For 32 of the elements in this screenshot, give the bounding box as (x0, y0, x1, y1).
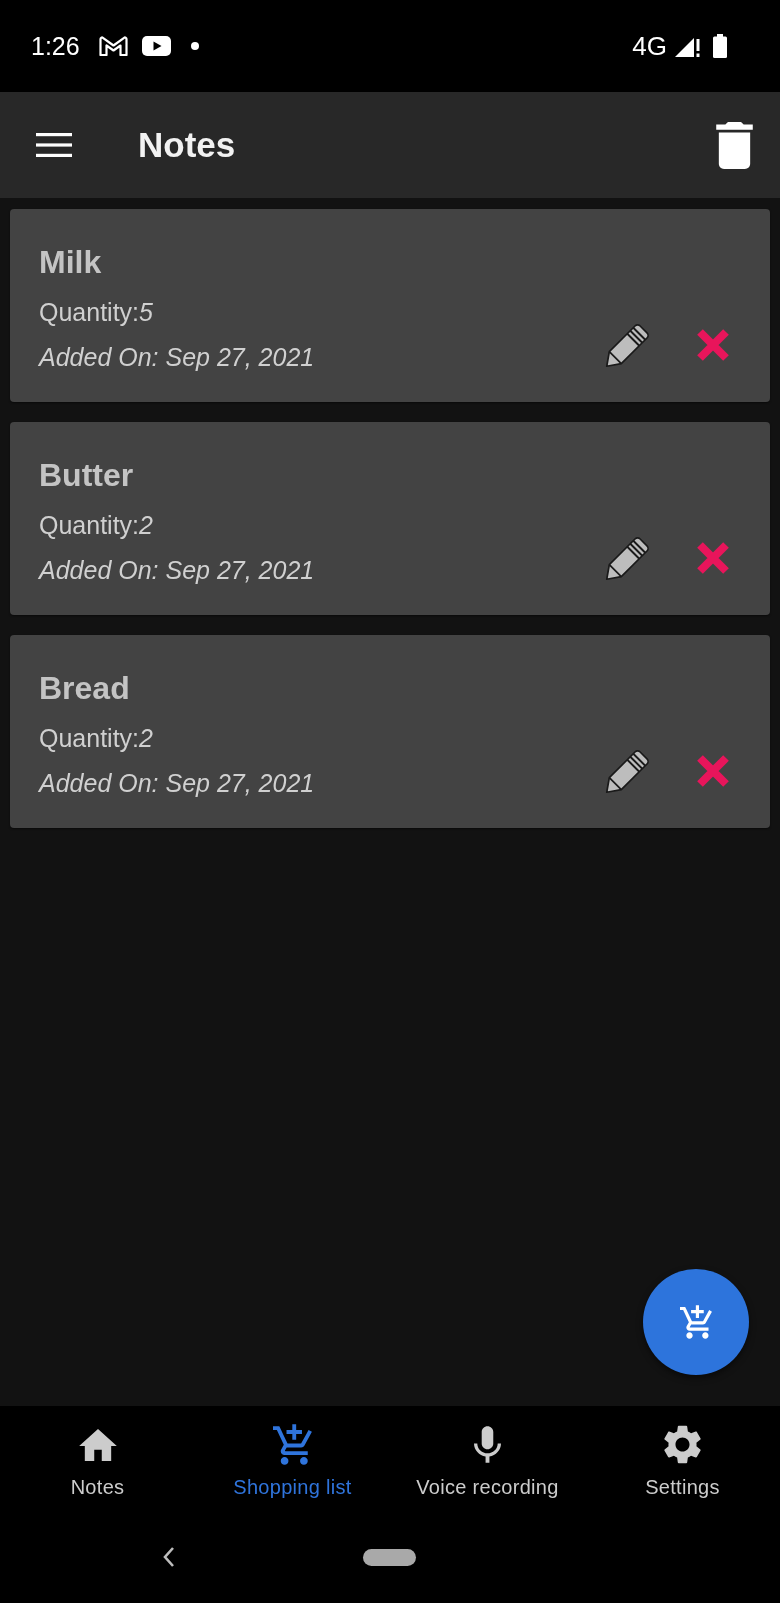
note-title: Butter (39, 456, 134, 494)
note-title: Milk (39, 243, 102, 281)
note-title: Bread (39, 669, 130, 707)
home-handle[interactable] (363, 1548, 416, 1566)
nav-tab[interactable]: Notes (64, 1406, 131, 1507)
cart-plus-icon (680, 1305, 712, 1339)
app-title: Notes (138, 124, 236, 166)
note-date: Added On: Sep 27, 2021 (39, 342, 315, 372)
pencil-icon[interactable] (605, 748, 651, 794)
play-icon (141, 36, 171, 56)
back-icon[interactable] (163, 1546, 175, 1568)
pencil-icon[interactable] (605, 322, 651, 368)
note-quantity: Quantity:5 (39, 297, 153, 327)
note-date: Added On: Sep 27, 2021 (39, 768, 315, 798)
nav-tab[interactable]: Shopping list (227, 1406, 358, 1507)
battery-icon (713, 34, 727, 58)
note-quantity: Quantity:2 (39, 510, 153, 540)
trash-icon[interactable] (716, 121, 753, 169)
nav-tab[interactable]: Settings (639, 1406, 726, 1507)
microphone-icon[interactable] (474, 1426, 501, 1463)
note-quantity: Quantity:2 (39, 723, 153, 753)
menu-icon[interactable] (36, 133, 72, 157)
cart-plus-icon[interactable] (273, 1424, 312, 1465)
nav-tab[interactable]: Voice recording (410, 1406, 565, 1507)
home-icon[interactable] (78, 1428, 117, 1461)
m-logo-icon (98, 36, 128, 56)
status-time: 1:26 (31, 33, 80, 59)
network-type: 4G (632, 33, 667, 59)
note-date: Added On: Sep 27, 2021 (39, 555, 315, 585)
notification-dot-icon (190, 42, 199, 50)
settings-icon[interactable] (664, 1425, 701, 1464)
pencil-icon[interactable] (605, 535, 651, 581)
